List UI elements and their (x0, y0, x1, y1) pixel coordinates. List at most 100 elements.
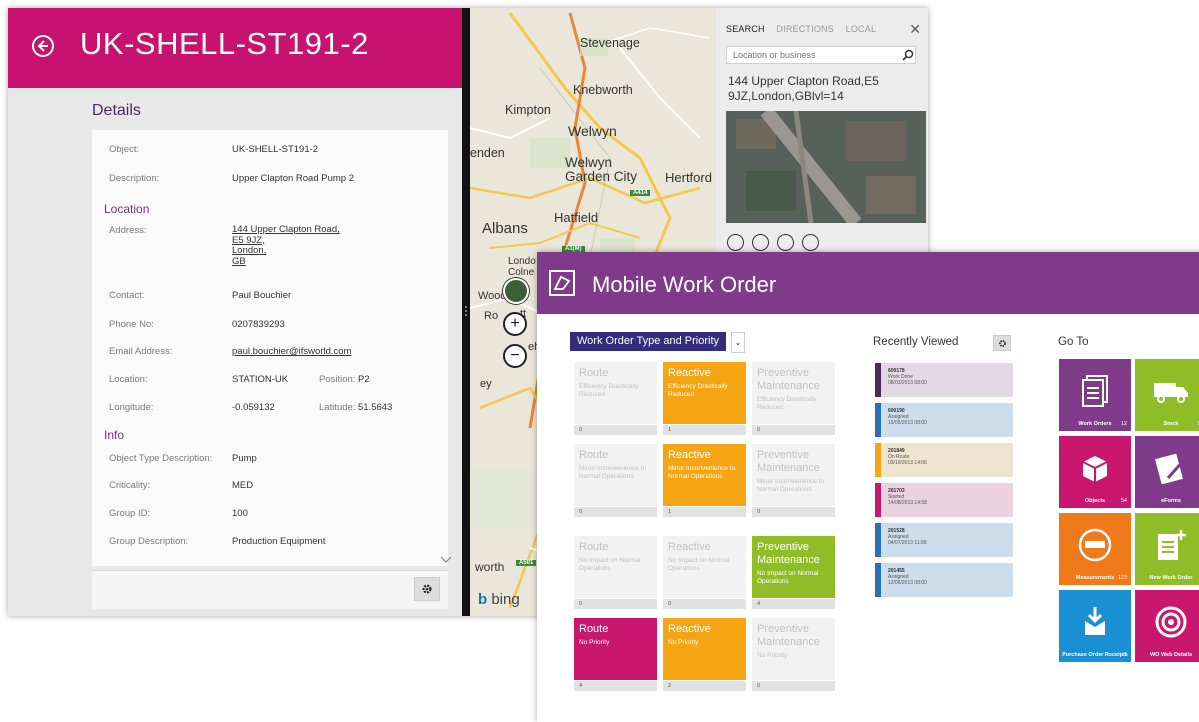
map-label-worth: worth (475, 560, 505, 574)
map-label-london-colney: Londo Colne (508, 256, 536, 278)
map-label-ey: ey (480, 378, 492, 390)
detail-row-coordinates: Longitude: -0.059132 Latitude: 51.5643 (109, 402, 393, 413)
work-order-tile[interactable]: Preventive Maintenance No Impact on Norma… (752, 536, 835, 609)
status-color-bar (875, 483, 881, 517)
search-icon[interactable] (902, 49, 914, 61)
info-heading: Info (104, 428, 125, 442)
work-order-date: 04/07/2013 11:09 (888, 540, 927, 546)
recent-work-order-item[interactable]: 201528 Assigned 04/07/2013 11:09 (875, 523, 1013, 557)
target-icon (1155, 606, 1187, 638)
settings-button[interactable] (414, 577, 440, 601)
location-heading: Location (104, 202, 150, 216)
work-order-tile[interactable]: Reactive No Priority 2 (663, 618, 746, 691)
recently-viewed-settings-button[interactable] (993, 335, 1011, 351)
tile-count: 2 (663, 681, 746, 691)
tile-count: 0 (752, 681, 835, 691)
work-order-tile[interactable]: Route Efficiency Drastically Reduced 0 (574, 362, 657, 435)
aerial-photo-image (726, 111, 926, 223)
tile-count: 0 (752, 425, 835, 435)
tab-directions[interactable]: DIRECTIONS (776, 24, 834, 34)
goto-app-tile[interactable]: Work Orders 12 (1059, 359, 1131, 431)
tile-title: Reactive (668, 623, 711, 635)
recent-work-order-item[interactable]: 201849 On Route 03/10/2013 14:06 (875, 443, 1013, 477)
mwo-title: Mobile Work Order (592, 272, 777, 297)
recent-work-order-item[interactable]: 600178 Work Done 08/03/2013 08:00 (875, 363, 1013, 397)
directions-icon[interactable] (727, 234, 744, 251)
goto-app-tile[interactable]: New Work Order (1135, 513, 1199, 585)
search-tabs: SEARCH DIRECTIONS LOCAL (726, 24, 885, 34)
app-tile-label: eForms (1161, 498, 1181, 504)
detail-row-contact: Contact: Paul Bouchier (109, 290, 292, 301)
tile-description: Efficiency Drastically Reduced (579, 383, 639, 398)
detail-row-address: Address: 144 Upper Clapton Road, E5 9JZ,… (109, 224, 340, 267)
search-result-address: 144 Upper Clapton Road,E5 9JZ,London,GBl… (728, 74, 879, 103)
object-value: UK-SHELL-ST191-2 (232, 144, 319, 155)
work-order-tile[interactable]: Route No Impact on Normal Operations 0 (574, 536, 657, 609)
goto-app-tile[interactable]: Stock74 (1135, 359, 1199, 431)
work-order-tile[interactable]: Preventive Maintenance Efficiency Drastic… (752, 362, 835, 435)
tile-title: Route (579, 541, 609, 553)
mwo-header: Mobile Work Order (537, 252, 1199, 314)
goto-app-tile[interactable]: Objects 54 (1059, 436, 1131, 508)
goto-app-tile[interactable]: Measurements 123 (1059, 513, 1131, 585)
work-order-tile[interactable]: Reactive No Impact on Normal Operations 0 (663, 536, 746, 609)
nearby-icon[interactable] (752, 234, 769, 251)
gear-icon (998, 339, 1006, 347)
description-value: Upper Clapton Road Pump 2 (232, 173, 354, 184)
chevron-down-icon[interactable]: ⌄ (731, 332, 745, 353)
app-tile-label: Stock (1163, 421, 1179, 427)
app-tile-label: WO Web Details (1149, 652, 1193, 658)
work-order-tile[interactable]: Route No Priority 4 (574, 618, 657, 691)
app-tile-count: 54 (1120, 498, 1127, 504)
work-order-tile[interactable]: Preventive Maintenance No Priority 0 (752, 618, 835, 691)
tile-count: 1 (663, 425, 746, 435)
tile-count: 4 (574, 681, 657, 691)
map-label-welwyn-garden-city: Welwyn Garden City (565, 155, 638, 184)
detail-row-criticality: Criticality: MED (109, 480, 254, 491)
tile-title: Preventive Maintenance (757, 541, 820, 566)
details-pane: Details Object: UK-SHELL-ST191-2 Descrip… (8, 88, 462, 616)
share-icon[interactable] (802, 234, 819, 251)
work-order-tile[interactable]: Route Minor Inconvenience to Normal Opera… (574, 444, 657, 517)
close-icon[interactable]: ✕ (909, 21, 921, 38)
tile-title: Preventive Maintenance (757, 623, 820, 648)
work-order-filter-select[interactable]: Work Order Type and Priority (570, 332, 727, 351)
goto-app-tile[interactable]: WO Web Details (1135, 590, 1199, 662)
tile-title: Reactive (668, 541, 711, 553)
recent-work-order-item[interactable]: 201703 Started 14/08/2013 14:58 (875, 483, 1013, 517)
status-color-bar (875, 523, 881, 557)
pin-icon[interactable] (777, 234, 794, 251)
map-label-ro: Ro (484, 310, 499, 322)
object-header: UK-SHELL-ST191-2 (8, 8, 462, 88)
tile-description: Minor Inconvenience to Normal Operations (579, 465, 647, 480)
goto-app-tile[interactable]: Purchase Order Receipts 1 (1059, 590, 1131, 662)
splitter-grip[interactable] (465, 306, 469, 316)
tile-description: No Priority (757, 652, 788, 659)
chevron-down-icon[interactable] (440, 556, 452, 564)
work-order-date: 14/08/2013 14:58 (888, 500, 927, 506)
location-pin-icon[interactable] (503, 278, 529, 304)
aerial-photo[interactable] (726, 111, 926, 223)
work-order-tile[interactable]: Reactive Efficiency Drastically Reduced 1 (663, 362, 746, 435)
tab-search[interactable]: SEARCH (726, 24, 765, 34)
zoom-in-button[interactable]: + (503, 312, 527, 336)
address-link[interactable]: 144 Upper Clapton Road, E5 9JZ, London, … (232, 224, 340, 267)
map-label-albans: Albans (482, 220, 528, 237)
detail-row-location: Location: STATION-UK Position: P2 (109, 374, 370, 385)
mobile-work-order-window: Mobile Work Order Work Order Type and Pr… (537, 252, 1199, 722)
details-section-title: Details (92, 102, 141, 119)
work-order-tile[interactable]: Reactive Minor Inconvenience to Normal Op… (663, 444, 746, 517)
back-arrow-icon[interactable] (31, 34, 55, 58)
location-search-input[interactable] (726, 46, 916, 64)
status-color-bar (875, 403, 881, 437)
goto-app-tile[interactable]: eForms (1135, 436, 1199, 508)
app-tile-label: Purchase Order Receipts (1062, 652, 1128, 658)
email-link[interactable]: paul.bouchier@ifsworld.com (232, 346, 351, 357)
tile-description: No Priority (668, 639, 699, 646)
tab-local[interactable]: LOCAL (846, 24, 877, 34)
zoom-out-button[interactable]: − (503, 344, 527, 368)
recent-work-order-item[interactable]: 600190 Assigned 15/05/2013 08:00 (875, 403, 1013, 437)
work-order-tile[interactable]: Preventive Maintenance Minor Inconvenienc… (752, 444, 835, 517)
recent-work-order-item[interactable]: 201455 Assigned 12/06/2013 08:00 (875, 563, 1013, 597)
tile-description: No Impact on Normal Operations (668, 557, 730, 572)
